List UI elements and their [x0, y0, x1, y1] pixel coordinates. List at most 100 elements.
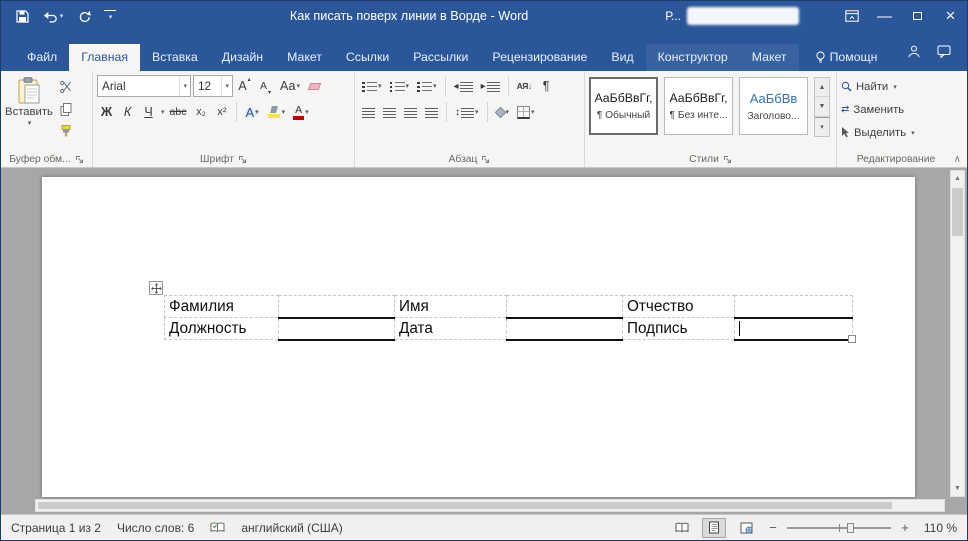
print-layout-button[interactable] [702, 518, 726, 538]
tab-review[interactable]: Рецензирование [480, 44, 599, 71]
table-cell[interactable] [735, 296, 853, 318]
tab-layout[interactable]: Макет [275, 44, 334, 71]
style-card-no-spacing[interactable]: АаБбВвГг, ¶ Без инте... [664, 77, 733, 135]
table-cell[interactable]: Дата [395, 318, 507, 340]
font-size-select[interactable]: 12 ▾ [193, 75, 233, 97]
page-indicator[interactable]: Страница 1 из 2 [11, 521, 101, 535]
table-cell[interactable]: Подпись [623, 318, 735, 340]
ribbon-display-options-icon[interactable] [835, 1, 868, 31]
change-case-button[interactable]: Аа▾ [277, 75, 303, 97]
close-button[interactable]: × [934, 1, 967, 31]
tab-insert[interactable]: Вставка [140, 44, 210, 71]
styles-scroll-down-icon[interactable]: ▼ [815, 97, 829, 116]
vertical-scroll-thumb[interactable] [952, 188, 963, 236]
tab-design[interactable]: Дизайн [210, 44, 275, 71]
table-cell[interactable] [279, 296, 395, 318]
tell-me-tab[interactable]: Помощн [803, 44, 890, 71]
save-icon[interactable] [11, 5, 33, 27]
text-effects-button[interactable]: А▾ [242, 101, 261, 123]
table-cell[interactable] [735, 318, 853, 340]
collapse-ribbon-icon[interactable]: ∧ [954, 154, 961, 165]
align-center-button[interactable] [380, 101, 399, 123]
select-button[interactable]: Выделить ▾ [841, 123, 915, 142]
comments-icon[interactable] [929, 31, 959, 71]
paste-dropdown-icon[interactable]: ▾ [28, 119, 32, 127]
maximize-button[interactable] [901, 1, 934, 31]
highlight-button[interactable]: ▾ [264, 101, 289, 123]
table-cell[interactable] [507, 318, 623, 340]
font-name-select[interactable]: Arial ▾ [97, 75, 191, 97]
copy-icon[interactable] [56, 100, 75, 118]
table-resize-handle[interactable] [848, 335, 856, 343]
underline-button[interactable]: Ч [139, 101, 158, 123]
dialog-launcher-icon[interactable] [481, 155, 490, 164]
style-card-heading[interactable]: АаБбВв Заголово... [739, 77, 808, 135]
web-layout-button[interactable] [734, 518, 758, 538]
sort-button[interactable]: АЯ↓ [514, 75, 535, 97]
tab-view[interactable]: Вид [599, 44, 645, 71]
redo-icon[interactable] [73, 5, 95, 27]
styles-scroll-up-icon[interactable]: ▲ [815, 78, 829, 97]
dialog-launcher-icon[interactable] [723, 155, 732, 164]
font-name-dropdown-icon[interactable]: ▾ [179, 76, 190, 96]
subscript-button[interactable]: х₂ [191, 101, 210, 123]
superscript-button[interactable]: х² [212, 101, 231, 123]
tab-table-layout[interactable]: Макет [740, 44, 799, 71]
align-left-button[interactable] [359, 101, 378, 123]
account-person-icon[interactable] [899, 31, 929, 71]
find-button[interactable]: Найти ▾ [841, 77, 915, 96]
show-formatting-marks-button[interactable]: ¶ [537, 75, 556, 97]
horizontal-scrollbar[interactable] [35, 499, 945, 512]
proofing-status[interactable] [210, 522, 225, 533]
numbering-button[interactable]: ▾ [387, 75, 413, 97]
grow-font-button[interactable]: А▴ [235, 75, 254, 97]
customize-qat-icon[interactable]: ▾ [104, 10, 116, 22]
replace-button[interactable]: ⇄ Заменить [841, 100, 915, 119]
minimize-button[interactable]: — [868, 1, 901, 31]
cut-icon[interactable] [56, 78, 75, 96]
scroll-down-icon[interactable]: ▼ [951, 481, 964, 496]
align-right-button[interactable] [401, 101, 420, 123]
font-size-dropdown-icon[interactable]: ▾ [221, 76, 232, 96]
table-move-handle[interactable] [149, 281, 163, 295]
zoom-slider[interactable] [787, 521, 891, 535]
tab-mailings[interactable]: Рассылки [401, 44, 480, 71]
document-page[interactable]: Фамилия Имя Отчество Должность Дата Подп… [42, 177, 915, 497]
language-indicator[interactable]: английский (США) [241, 521, 342, 535]
undo-icon[interactable]: ▾ [42, 5, 64, 27]
decrease-indent-button[interactable]: ◂ [451, 75, 476, 97]
multilevel-list-button[interactable]: ▾ [414, 75, 440, 97]
zoom-slider-thumb[interactable] [847, 523, 854, 533]
justify-button[interactable] [422, 101, 441, 123]
table-cell[interactable] [507, 296, 623, 318]
dialog-launcher-icon[interactable] [75, 155, 84, 164]
user-name[interactable]: Р... [665, 9, 681, 23]
style-card-normal[interactable]: АаБбВвГг, ¶ Обычный [589, 77, 658, 135]
dialog-launcher-icon[interactable] [238, 155, 247, 164]
borders-button[interactable]: ▾ [514, 101, 538, 123]
tab-references[interactable]: Ссылки [334, 44, 401, 71]
shading-button[interactable]: ▾ [493, 101, 513, 123]
increase-indent-button[interactable]: ▸ [478, 75, 503, 97]
scroll-up-icon[interactable]: ▲ [951, 171, 964, 186]
table-cell[interactable]: Отчество [623, 296, 735, 318]
tab-home[interactable]: Главная [69, 44, 140, 71]
horizontal-scroll-thumb[interactable] [38, 502, 892, 509]
zoom-out-button[interactable]: − [766, 520, 780, 535]
table-cell[interactable]: Фамилия [165, 296, 279, 318]
bullets-button[interactable]: ▾ [359, 75, 385, 97]
clear-formatting-button[interactable] [305, 75, 324, 97]
table-cell[interactable]: Должность [165, 318, 279, 340]
format-painter-icon[interactable] [56, 122, 75, 140]
underline-dropdown-icon[interactable]: ▾ [161, 108, 165, 116]
table-cell[interactable]: Имя [395, 296, 507, 318]
table-cell[interactable] [279, 318, 395, 340]
paste-button[interactable]: Вставить ▾ [5, 75, 53, 127]
italic-button[interactable]: К [118, 101, 137, 123]
vertical-scrollbar[interactable]: ▲ ▼ [950, 170, 965, 497]
bold-button[interactable]: Ж [97, 101, 116, 123]
undo-dropdown-icon[interactable]: ▾ [60, 12, 64, 20]
shrink-font-button[interactable]: А▾ [256, 75, 275, 97]
font-color-button[interactable]: А▾ [290, 101, 312, 123]
strikethrough-button[interactable]: abc [167, 101, 190, 123]
